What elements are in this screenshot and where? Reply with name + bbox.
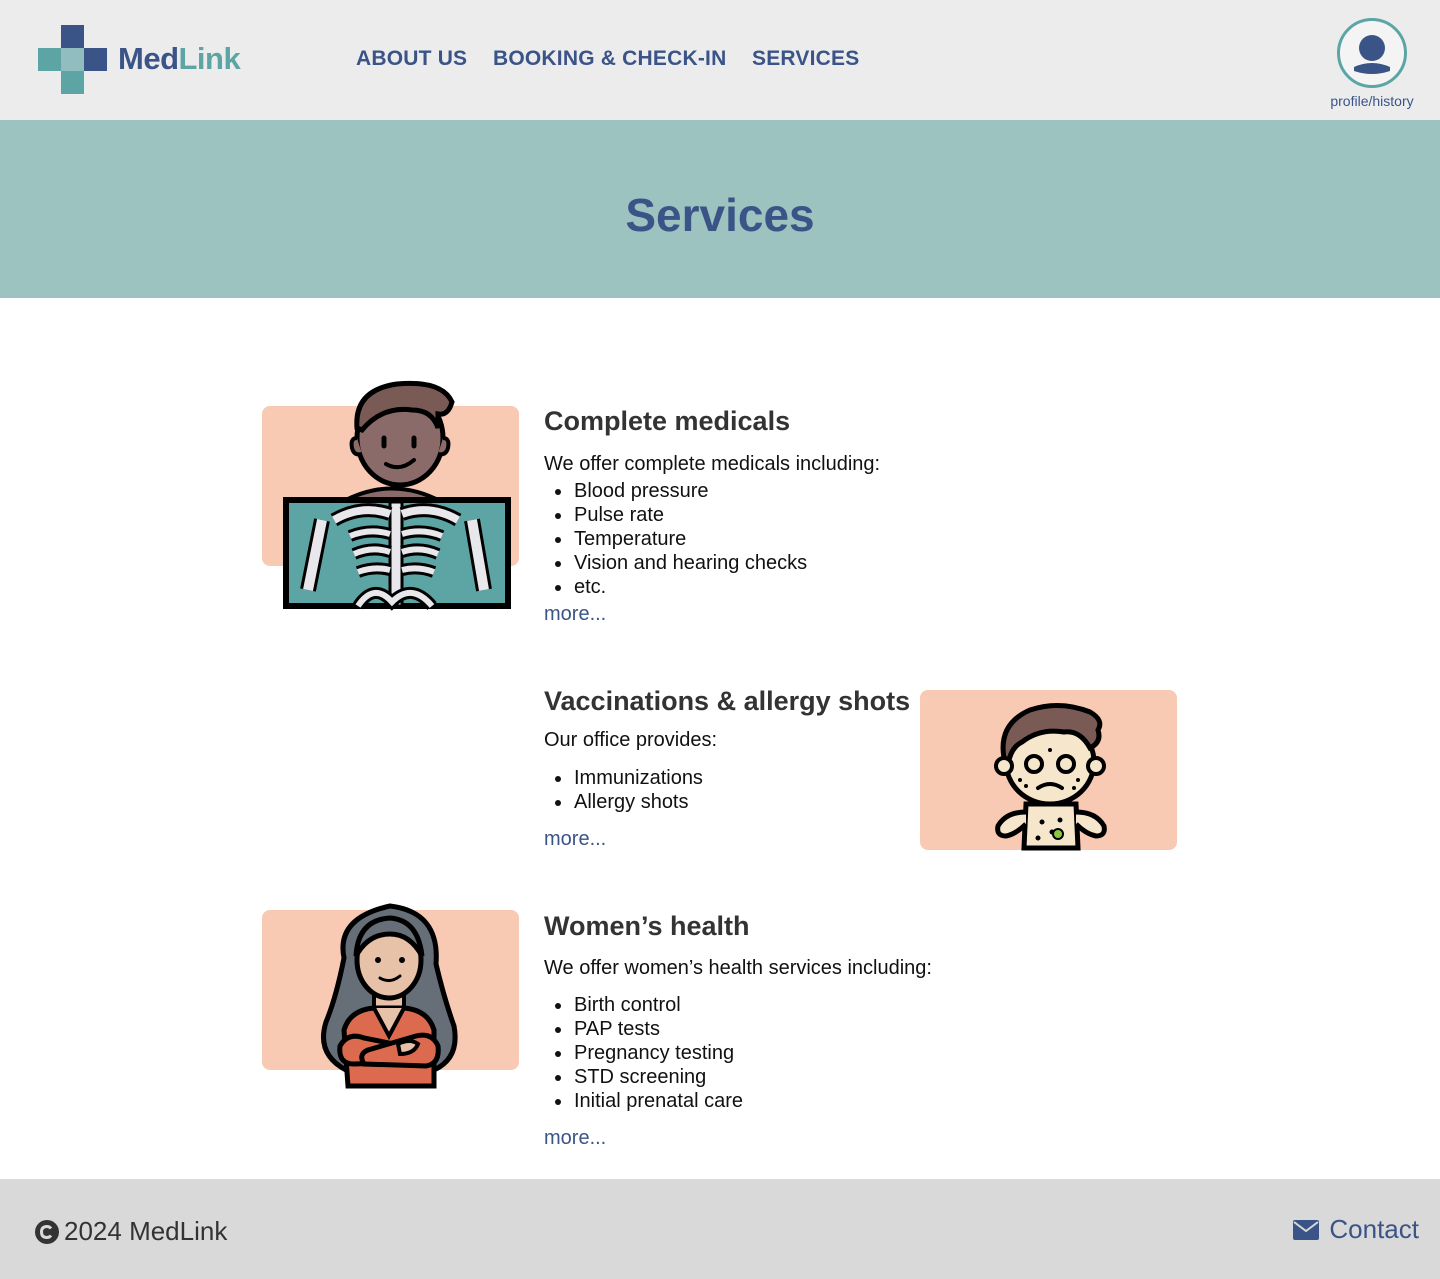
list-item: Immunizations bbox=[544, 766, 703, 790]
service-items-list: Birth control PAP tests Pregnancy testin… bbox=[544, 993, 743, 1113]
contact-label: Contact bbox=[1329, 1214, 1419, 1244]
list-item: Pulse rate bbox=[544, 503, 807, 527]
service-title: Women’s health bbox=[544, 911, 750, 941]
nav-booking-check-in[interactable]: BOOKING & CHECK-IN bbox=[493, 47, 726, 71]
list-item: Allergy shots bbox=[544, 790, 703, 814]
list-item: Birth control bbox=[544, 993, 743, 1017]
list-item: PAP tests bbox=[544, 1017, 743, 1041]
service-title: Complete medicals bbox=[544, 406, 791, 436]
xray-icon bbox=[283, 380, 511, 611]
nav-about-us[interactable]: ABOUT US bbox=[356, 47, 467, 71]
user-avatar-icon bbox=[1337, 18, 1407, 88]
service-intro: Our office provides: bbox=[544, 729, 718, 751]
service-title: Vaccinations & allergy shots bbox=[544, 686, 911, 716]
copyright-text: 2024 MedLink bbox=[64, 1216, 228, 1246]
logo[interactable]: MedLink bbox=[38, 25, 248, 95]
page-banner: Services bbox=[0, 120, 1440, 298]
allergy-child-icon bbox=[994, 703, 1107, 851]
medical-cross-icon bbox=[38, 25, 108, 95]
site-footer: 2024 MedLink Contact bbox=[0, 1179, 1440, 1279]
list-item: Pregnancy testing bbox=[544, 1041, 743, 1065]
contact-link[interactable]: Contact bbox=[1293, 1214, 1419, 1245]
copyright-icon bbox=[35, 1219, 59, 1244]
list-item: Initial prenatal care bbox=[544, 1089, 743, 1113]
list-item: Temperature bbox=[544, 527, 807, 551]
site-header: MedLink ABOUT US BOOKING & CHECK-IN SERV… bbox=[0, 0, 1440, 120]
list-item: Vision and hearing checks bbox=[544, 551, 807, 575]
more-link-vaccinations[interactable]: more... bbox=[544, 828, 606, 851]
profile-history-label: profile/history bbox=[1330, 93, 1414, 109]
woman-icon bbox=[321, 903, 458, 1089]
profile-history-button[interactable]: profile/history bbox=[1322, 18, 1422, 114]
service-intro: We offer complete medicals including: bbox=[544, 453, 881, 475]
service-items-list: Blood pressure Pulse rate Temperature Vi… bbox=[544, 479, 807, 599]
nav-services[interactable]: SERVICES bbox=[752, 47, 859, 71]
service-intro: We offer women’s health services includi… bbox=[544, 957, 932, 979]
envelope-icon bbox=[1293, 1219, 1320, 1240]
page-title: Services bbox=[625, 189, 815, 241]
list-item: etc. bbox=[544, 575, 807, 599]
list-item: Blood pressure bbox=[544, 479, 807, 503]
logo-text: MedLink bbox=[118, 41, 241, 76]
more-link-womens-health[interactable]: more... bbox=[544, 1127, 606, 1150]
list-item: STD screening bbox=[544, 1065, 743, 1089]
copyright: 2024 MedLink bbox=[34, 1216, 227, 1247]
service-items-list: Immunizations Allergy shots bbox=[544, 766, 703, 814]
more-link-complete-medicals[interactable]: more... bbox=[544, 603, 606, 626]
